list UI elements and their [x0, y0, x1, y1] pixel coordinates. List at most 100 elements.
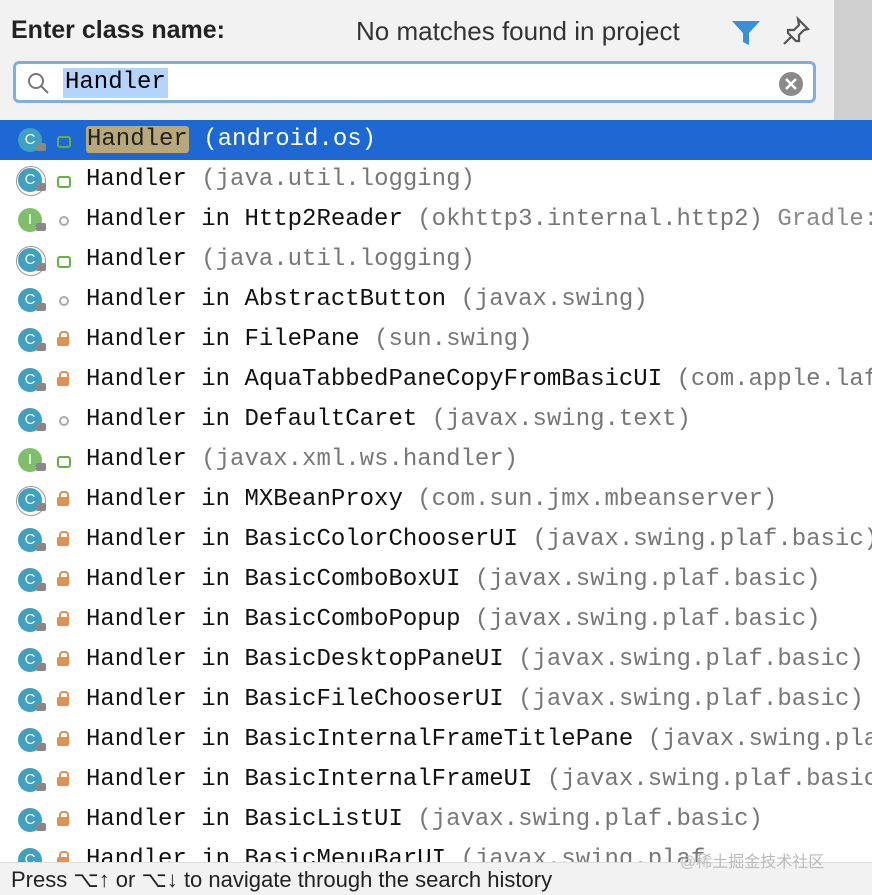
list-item-text: Handler in Http2Reader (okhttp3.internal… — [86, 200, 872, 240]
popup-header: Enter class name: No matches found in pr… — [0, 0, 872, 120]
lock-badge-icon — [36, 223, 46, 231]
list-item[interactable]: C Handler (java.util.logging) — [0, 240, 872, 280]
package-name: (javax.swing.text) — [431, 406, 691, 433]
lock-badge-icon — [36, 743, 46, 751]
outer-class: in BasicListUI — [186, 806, 418, 833]
search-icon — [28, 73, 49, 94]
package-visibility-icon — [59, 416, 69, 426]
list-item-text: Handler in BasicColorChooserUI (javax.sw… — [86, 520, 872, 560]
list-item-text: Handler in AquaTabbedPaneCopyFromBasicUI… — [86, 360, 872, 400]
outer-class: in Http2Reader — [186, 206, 418, 233]
search-input[interactable]: Handler — [63, 68, 168, 98]
list-item[interactable]: C Handler in BasicFileChooserUI (javax.sw… — [0, 680, 872, 720]
list-item[interactable]: C Handler in DefaultCaret (javax.swing.te… — [0, 400, 872, 440]
class-name: Handler — [86, 446, 187, 473]
class-name: Handler — [86, 246, 187, 273]
private-visibility-icon — [57, 371, 69, 386]
library-source: Gradle: — [762, 206, 872, 233]
list-item[interactable]: C Handler in MXBeanProxy (com.sun.jmx.mbe… — [0, 480, 872, 520]
list-item[interactable]: I Handler in Http2Reader (okhttp3.interna… — [0, 200, 872, 240]
list-item[interactable]: C Handler in AquaTabbedPaneCopyFromBasicU… — [0, 360, 872, 400]
package-name: (javax.swing.plaf.basic) — [532, 526, 872, 553]
package-name: (javax.swing.plaf.basic) — [518, 646, 864, 673]
class-name: Handler — [86, 606, 187, 633]
search-field[interactable]: Handler — [13, 61, 816, 103]
outer-class: in BasicComboBoxUI — [186, 566, 475, 593]
package-name: (javax.swing.plaf — [460, 846, 706, 862]
outer-class: in AbstractButton — [186, 286, 461, 313]
package-name: (java.util.logging) — [201, 166, 475, 193]
package-name: (com.sun.jmx.mbeanserver) — [417, 486, 778, 513]
package-name: (javax.swing.plaf.basic) — [474, 566, 821, 593]
package-name: (javax.swing.plaf — [647, 726, 872, 753]
lock-badge-icon — [36, 383, 46, 391]
list-item-text: Handler in BasicInternalFrameUI (javax.s… — [86, 760, 872, 800]
lock-badge-icon — [36, 143, 46, 151]
public-visibility-icon — [57, 176, 71, 188]
list-item[interactable]: C Handler in BasicDesktopPaneUI (javax.sw… — [0, 640, 872, 680]
list-item-text: Handler in BasicDesktopPaneUI (javax.swi… — [86, 640, 864, 680]
package-name: (javax.swing) — [460, 286, 648, 313]
outer-class: in BasicInternalFrameUI — [186, 766, 547, 793]
class-name: Handler — [86, 326, 187, 353]
lock-badge-icon — [36, 623, 46, 631]
pin-icon[interactable] — [781, 16, 811, 48]
outer-class: in BasicMenuBarUI — [186, 846, 461, 862]
outer-class: in FilePane — [186, 326, 375, 353]
private-visibility-icon — [57, 491, 69, 506]
filter-icon[interactable] — [730, 18, 762, 48]
list-item[interactable]: C Handler in BasicListUI (javax.swing.pla… — [0, 800, 872, 840]
outer-class: in DefaultCaret — [186, 406, 432, 433]
class-name: Handler — [86, 766, 187, 793]
lock-badge-icon — [36, 263, 46, 271]
list-item[interactable]: C Handler (java.util.logging) — [0, 160, 872, 200]
list-item-text: Handler (java.util.logging) — [86, 240, 475, 280]
outer-class: in BasicFileChooserUI — [186, 686, 519, 713]
class-name: Handler — [86, 206, 187, 233]
private-visibility-icon — [57, 771, 69, 786]
class-name: Handler — [86, 166, 187, 193]
list-item[interactable]: C Handler in BasicComboPopup (javax.swing… — [0, 600, 872, 640]
list-item-text: Handler in BasicFileChooserUI (javax.swi… — [86, 680, 864, 720]
lock-badge-icon — [36, 183, 46, 191]
outer-class: in BasicColorChooserUI — [186, 526, 533, 553]
footer-hint: Press ⌥↑ or ⌥↓ to navigate through the s… — [11, 867, 553, 892]
private-visibility-icon — [57, 611, 69, 626]
clear-icon[interactable] — [778, 71, 804, 97]
public-visibility-icon — [57, 256, 71, 268]
package-name: (javax.swing.plaf.basic) — [518, 686, 864, 713]
lock-badge-icon — [36, 463, 46, 471]
package-name: (android.os) — [203, 126, 377, 153]
list-item[interactable]: C Handler in BasicComboBoxUI (javax.swing… — [0, 560, 872, 600]
private-visibility-icon — [57, 811, 69, 826]
list-item-text: Handler in AbstractButton (javax.swing) — [86, 280, 648, 320]
list-item-text: Handler in BasicInternalFrameTitlePane (… — [86, 720, 872, 760]
list-item[interactable]: C Handler in AbstractButton (javax.swing) — [0, 280, 872, 320]
private-visibility-icon — [57, 331, 69, 346]
class-name: Handler — [86, 366, 187, 393]
list-item[interactable]: C Handler in BasicColorChooserUI (javax.s… — [0, 520, 872, 560]
result-list[interactable]: C Handler (android.os) C Handler (java.util… — [0, 120, 872, 862]
lock-badge-icon — [36, 423, 46, 431]
outer-class: in MXBeanProxy — [186, 486, 418, 513]
private-visibility-icon — [57, 571, 69, 586]
window-edge — [834, 0, 872, 120]
class-icon: C — [18, 848, 42, 862]
package-name: (com.apple.laf) — [676, 366, 872, 393]
dialog-title: Enter class name: — [11, 16, 225, 44]
list-item[interactable]: C Handler in FilePane (sun.swing) — [0, 320, 872, 360]
class-name: Handler — [86, 686, 187, 713]
lock-badge-icon — [36, 503, 46, 511]
list-item-text: Handler (android.os) — [86, 120, 376, 160]
package-name: (sun.swing) — [374, 326, 533, 353]
list-item[interactable]: C Handler in BasicInternalFrameUI (javax.… — [0, 760, 872, 800]
list-item[interactable]: C Handler (android.os) — [0, 120, 872, 160]
list-item[interactable]: I Handler (javax.xml.ws.handler) — [0, 440, 872, 480]
class-name: Handler — [86, 806, 187, 833]
outer-class: in BasicComboPopup — [186, 606, 475, 633]
list-item[interactable]: C Handler in BasicInternalFrameTitlePane … — [0, 720, 872, 760]
lock-badge-icon — [36, 663, 46, 671]
class-name: Handler — [86, 526, 187, 553]
lock-badge-icon — [36, 543, 46, 551]
list-item-text: Handler (java.util.logging) — [86, 160, 475, 200]
